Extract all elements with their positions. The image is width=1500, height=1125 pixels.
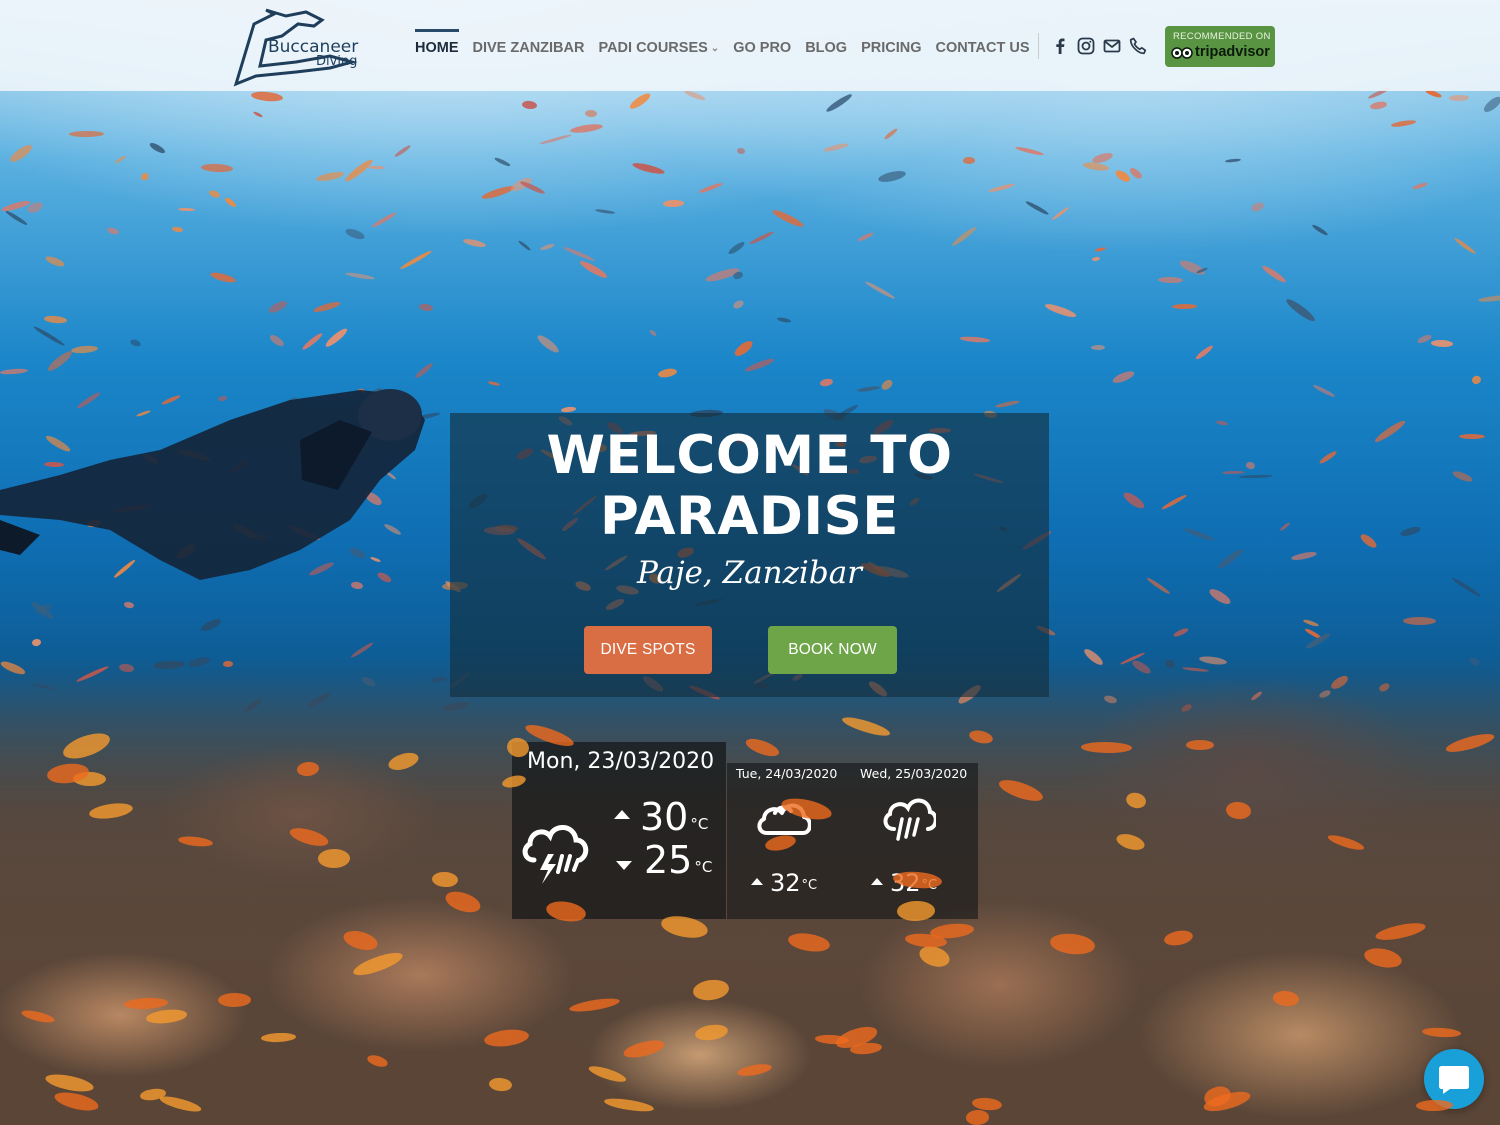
instagram-icon[interactable] [1076,36,1096,56]
tripadvisor-owl-icon [1171,47,1193,59]
nav-contact-us[interactable]: CONTACT US [936,38,1030,58]
nav-go-pro-label: GO PRO [733,40,792,56]
main-nav: HOME DIVE ZANZIBAR PADI COURSES ⌄ GO PRO … [415,29,1044,58]
nav-padi-courses[interactable]: PADI COURSES ⌄ [598,38,719,58]
nav-blog[interactable]: BLOG [805,38,847,58]
book-now-button[interactable]: BOOK NOW [768,626,897,674]
hero-panel: WELCOME TO PARADISE Paje, Zanzibar DIVE … [450,413,1049,697]
hero-subtitle: Paje, Zanzibar [637,555,862,591]
weather-today-high-value: 30 [640,795,689,839]
site-header: Buccaneer Diving HOME DIVE ZANZIBAR PADI… [0,0,1500,91]
forecast-day-1-unit: °C [801,878,818,893]
chevron-down-icon: ⌄ [710,42,720,54]
nav-padi-courses-label: PADI COURSES [598,40,708,56]
nav-home-label: HOME [415,40,459,56]
nav-dive-zanzibar-label: DIVE ZANZIBAR [472,40,585,56]
rain-icon [883,798,936,841]
facebook-icon[interactable] [1050,36,1070,56]
arrow-up-icon [871,878,883,885]
thunderstorm-icon [522,825,589,884]
weather-today-date: Mon, 23/03/2020 [527,749,715,774]
nav-contact-us-label: CONTACT US [935,40,1030,56]
tripadvisor-name: tripadvisor [1195,44,1270,60]
weather-today-low-unit: °C [694,858,713,876]
nav-pricing[interactable]: PRICING [861,38,921,58]
arrow-up-icon [751,878,763,885]
weather-today-low: 25 °C [616,840,712,880]
arrow-down-icon [616,861,632,870]
tripadvisor-badge[interactable]: RECOMMENDED ON tripadvisor [1165,26,1275,67]
phone-icon[interactable] [1128,36,1148,56]
arrow-up-icon [614,810,630,819]
forecast-day-2-date: Wed, 25/03/2020 [860,766,968,781]
scuba-diver-image [0,389,425,580]
logo-subtitle: Diving [316,54,358,69]
weather-today-high-unit: °C [690,815,709,833]
weather-forecast: Tue, 24/03/2020 32 °C Wed, 25/03/2020 32… [727,763,978,919]
weather-today-high: 30 °C [614,797,708,837]
tripadvisor-recommended: RECOMMENDED ON [1173,31,1271,42]
forecast-day-1-high: 32 °C [751,869,817,897]
nav-pricing-label: PRICING [861,40,922,56]
forecast-day-1-date: Tue, 24/03/2020 [736,766,838,781]
weather-today: Mon, 23/03/2020 30 °C 25 °C [512,742,726,919]
weather-today-low-value: 25 [644,838,693,882]
hero-title: WELCOME TO PARADISE [546,425,953,547]
email-icon[interactable] [1102,36,1122,56]
nav-blog-label: BLOG [805,40,848,56]
dive-spots-button[interactable]: DIVE SPOTS [584,626,712,674]
forecast-day-1-high-value: 32 [770,869,801,897]
nav-dive-zanzibar[interactable]: DIVE ZANZIBAR [473,38,585,58]
nav-go-pro[interactable]: GO PRO [733,38,791,58]
nav-divider [1038,33,1039,59]
nav-home[interactable]: HOME [415,29,459,58]
